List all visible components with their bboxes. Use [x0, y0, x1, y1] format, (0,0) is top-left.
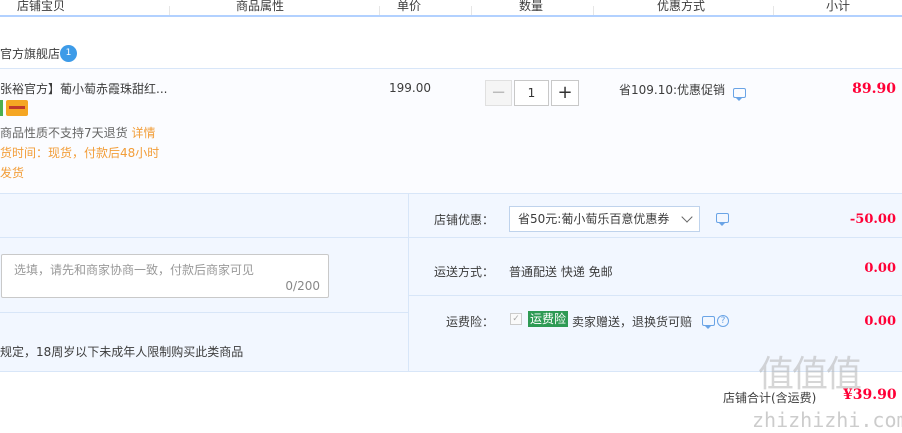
watermark-domain: zhizhizhi.com	[752, 408, 902, 432]
chevron-down-icon	[681, 211, 693, 223]
age-restriction-notice: 规定，18周岁以下未成年人限制购买此类商品	[0, 345, 244, 359]
row-divider	[408, 295, 902, 296]
qty-increase-button[interactable]: +	[551, 80, 579, 106]
wangwang-chat-icon[interactable]: 1	[60, 45, 77, 62]
shop-name[interactable]: 官方旗舰店	[0, 45, 60, 62]
col-promo: 优惠方式	[657, 0, 706, 13]
shipping-value: 普通配送 快递 免邮	[509, 265, 613, 279]
coupon-value: 省50元:葡小萄乐百意优惠券	[518, 212, 670, 226]
insurance-label: 运费险：	[446, 315, 495, 329]
col-price: 单价	[397, 0, 422, 13]
item-subtotal: 89.90	[852, 81, 896, 97]
row-divider	[0, 312, 408, 313]
help-icon[interactable]: ?	[717, 315, 729, 327]
service-badge-icon	[0, 100, 3, 116]
return-policy-label: 商品性质不支持7天退货	[0, 126, 128, 140]
shipping-label: 运送方式：	[434, 265, 495, 279]
col-qty: 数量	[519, 0, 544, 13]
credit-card-icon	[6, 100, 28, 116]
header-separator	[471, 6, 472, 15]
seller-memo-input[interactable]: 选填，请先和商家协商一致，付款后商家可见 0/200	[1, 254, 329, 298]
ship-time-text: 货时间：现货，付款后48小时	[0, 146, 160, 160]
return-policy-text: 商品性质不支持7天退货 详情	[0, 124, 155, 141]
row-divider	[0, 237, 408, 238]
cart-table-header: 店铺宝贝 商品属性 单价 数量 优惠方式 小计	[0, 0, 902, 17]
coupon-amount: -50.00	[849, 212, 896, 227]
header-separator	[773, 6, 774, 15]
promo-text: 省109.10:优惠促销	[619, 83, 726, 97]
coupon-comment-icon[interactable]	[716, 213, 729, 226]
memo-placeholder: 选填，请先和商家协商一致，付款后商家可见	[14, 263, 255, 277]
promo-comment-icon[interactable]	[733, 88, 746, 101]
insurance-tag: 运费险	[528, 311, 569, 327]
header-separator	[593, 6, 594, 15]
col-item: 店铺宝贝	[17, 0, 66, 13]
col-attr: 商品属性	[236, 0, 285, 13]
insurance-amount: 0.00	[864, 314, 896, 329]
unit-price: 199.00	[389, 81, 431, 95]
header-separator	[379, 6, 380, 15]
coupon-select[interactable]: 省50元:葡小萄乐百意优惠券	[509, 206, 700, 232]
col-subtotal: 小计	[826, 0, 851, 13]
panel-divider	[408, 193, 409, 371]
watermark-logo: 值值值	[758, 354, 862, 395]
header-separator	[169, 6, 170, 15]
memo-char-count: 0/200	[285, 279, 320, 293]
insurance-checkbox[interactable]: ✓	[510, 313, 522, 325]
item-title-link[interactable]: 张裕官方】葡小萄赤霞珠甜红...	[0, 80, 167, 97]
qty-input[interactable]: 1	[514, 80, 549, 106]
insurance-value: 卖家赠送，退换货可赔	[572, 315, 693, 329]
shipping-amount: 0.00	[864, 261, 896, 276]
qty-decrease-button[interactable]: −	[485, 80, 512, 106]
ship-now-text: 发货	[0, 166, 25, 180]
coupon-label: 店铺优惠：	[434, 213, 495, 227]
return-policy-detail-link[interactable]: 详情	[131, 126, 155, 140]
insurance-comment-icon[interactable]	[702, 316, 715, 329]
row-divider	[408, 237, 902, 238]
